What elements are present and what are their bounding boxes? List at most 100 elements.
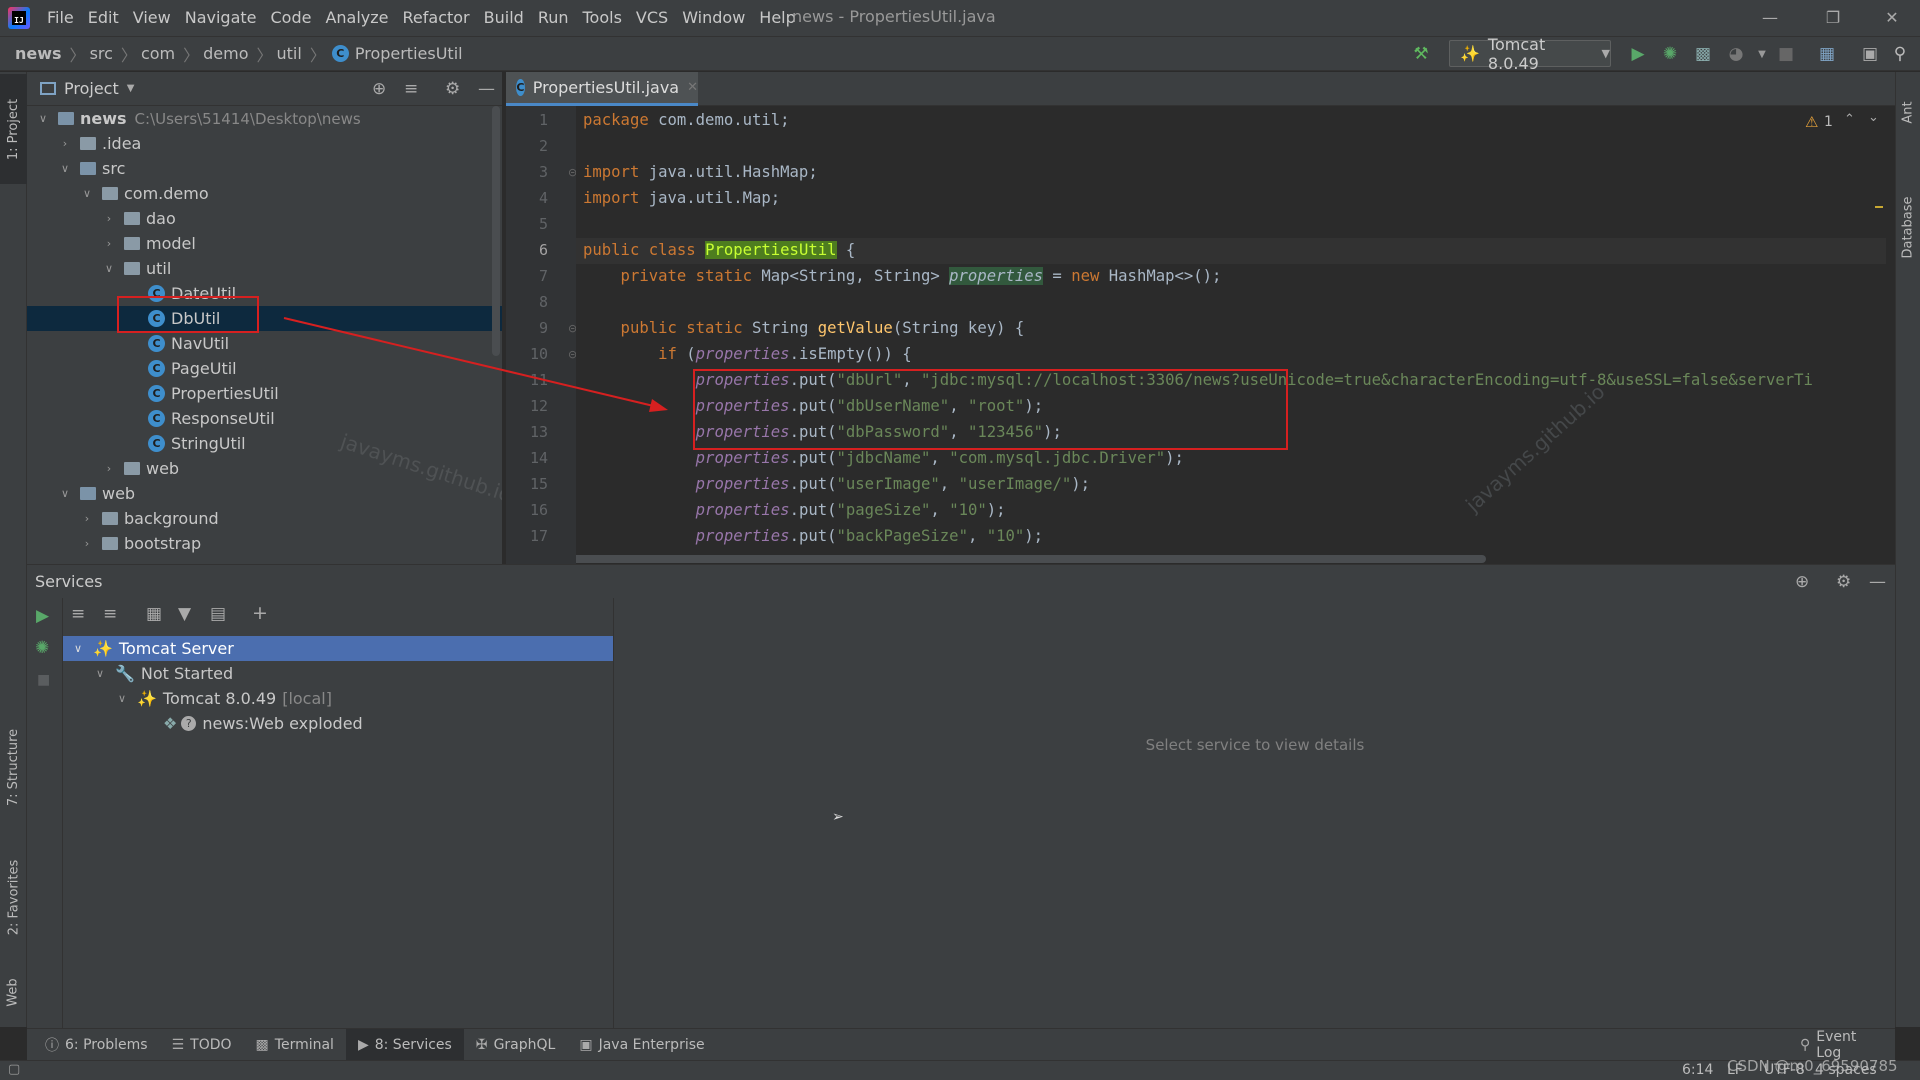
expand-all-icon[interactable]: ≡ [71, 604, 85, 624]
warning-icon[interactable]: ⚠ [1805, 113, 1818, 131]
tree-scrollbar[interactable] [492, 106, 500, 356]
tree-node-pageutil[interactable]: C PageUtil [27, 356, 502, 381]
stop-icon[interactable]: ■ [1776, 44, 1796, 64]
layout-icon[interactable]: ▣ [1860, 44, 1880, 64]
new-tab-icon[interactable]: ▤ [210, 604, 226, 624]
tree-node-dbutil[interactable]: C DbUtil [27, 306, 502, 331]
tree-node-propertiesutil[interactable]: C PropertiesUtil [27, 381, 502, 406]
menu-file[interactable]: File [40, 0, 81, 36]
breadcrumb-propertiesutil[interactable]: PropertiesUtil [349, 44, 463, 63]
minimize-icon[interactable]: — [1740, 0, 1800, 34]
caret-position[interactable]: 6:14 [1682, 1062, 1713, 1078]
menu-tools[interactable]: Tools [576, 0, 629, 36]
tool-tab-ant[interactable]: Ant [1896, 82, 1920, 142]
tree-node-dao[interactable]: › dao [27, 206, 502, 231]
tree-node-dateutil[interactable]: C DateUtil [27, 281, 502, 306]
tree-node-tomcat-server[interactable]: ∨ ✨ Tomcat Server [63, 636, 613, 661]
tab-propertiesutil[interactable]: C PropertiesUtil.java ✕ [506, 72, 698, 106]
search-icon[interactable]: ⚲ [1890, 44, 1910, 64]
profile-icon[interactable]: ◕ [1726, 44, 1746, 64]
tab-java-enterprise[interactable]: ▣ Java Enterprise [567, 1029, 716, 1061]
project-view-dropdown-icon[interactable]: ▼ [127, 83, 135, 94]
tab-terminal[interactable]: ▩ Terminal [244, 1029, 346, 1061]
menu-edit[interactable]: Edit [81, 0, 126, 36]
menu-vcs[interactable]: VCS [629, 0, 675, 36]
menu-run[interactable]: Run [531, 0, 576, 36]
tree-node-idea[interactable]: › .idea [27, 131, 502, 156]
window-title: news - PropertiesUtil.java [792, 7, 996, 26]
tree-node-news[interactable]: ∨ news C:\Users\51414\Desktop\news [27, 106, 502, 131]
tree-node-navutil[interactable]: C NavUtil [27, 331, 502, 356]
tab-todo[interactable]: ☰ TODO [160, 1029, 244, 1061]
restore-icon[interactable]: ❐ [1803, 0, 1863, 34]
tool-tab-structure[interactable]: 7: Structure [0, 712, 27, 822]
group-by-icon[interactable]: ▦ [146, 604, 162, 624]
code-editor[interactable]: package com.demo.util; import java.util.… [576, 106, 1886, 564]
horizontal-scrollbar[interactable] [576, 555, 1486, 563]
tree-node-bootstrap[interactable]: › bootstrap [27, 531, 502, 556]
tool-tab-web[interactable]: Web [0, 962, 27, 1022]
hide-panel-icon[interactable]: — [1869, 572, 1886, 592]
tab-graphql[interactable]: ✠ GraphQL [464, 1029, 568, 1061]
tab-services[interactable]: ▶ 8: Services [345, 1028, 464, 1061]
line-number: 1 [538, 111, 548, 129]
menu-build[interactable]: Build [477, 0, 531, 36]
breadcrumb-demo[interactable]: demo [199, 44, 248, 63]
tree-node-tomcat-instance[interactable]: ∨ ✨ Tomcat 8.0.49 [local] [63, 686, 613, 711]
menu-refactor[interactable]: Refactor [396, 0, 477, 36]
tool-tab-favorites[interactable]: 2: Favorites [0, 842, 27, 952]
tree-node-background[interactable]: › background [27, 506, 502, 531]
gear-icon[interactable]: ⚙ [445, 79, 460, 99]
collapse-all-icon[interactable]: ≡ [404, 79, 418, 99]
profile-dropdown-icon[interactable]: ▼ [1752, 44, 1772, 64]
close-tab-icon[interactable]: ✕ [687, 80, 698, 95]
tab-problems[interactable]: ⓘ 6: Problems [33, 1029, 160, 1061]
filter-icon[interactable]: ▼ [178, 604, 191, 624]
toggle-tool-windows-icon[interactable]: ▢ [8, 1062, 20, 1077]
run-icon[interactable]: ▶ [36, 606, 49, 626]
prev-highlight-icon[interactable]: ⌃ [1844, 112, 1855, 127]
menu-code[interactable]: Code [264, 0, 319, 36]
tree-node-src[interactable]: ∨ src [27, 156, 502, 181]
menu-analyze[interactable]: Analyze [318, 0, 395, 36]
breadcrumb-news[interactable]: news [0, 44, 62, 63]
tree-node-web[interactable]: ∨ web [27, 481, 502, 506]
next-highlight-icon[interactable]: ⌄ [1868, 110, 1879, 125]
project-structure-icon[interactable]: ▦ [1817, 44, 1837, 64]
run-config-select[interactable]: ✨ Tomcat 8.0.49 ▼ [1449, 35, 1611, 73]
stop-icon[interactable]: ■ [37, 672, 50, 688]
tree-node-model[interactable]: › model [27, 231, 502, 256]
tool-tab-project[interactable]: 1: Project [0, 74, 27, 184]
add-service-icon[interactable]: + [252, 602, 268, 624]
run-icon[interactable]: ▶ [1628, 44, 1648, 64]
menu-view[interactable]: View [126, 0, 178, 36]
tree-node-responseutil[interactable]: C ResponseUtil [27, 406, 502, 431]
tree-node-artifact[interactable]: ❖ ? news:Web exploded [63, 711, 613, 736]
locate-icon[interactable]: ⊕ [372, 79, 386, 99]
tree-node-stringutil[interactable]: C StringUtil [27, 431, 502, 456]
breadcrumb-util[interactable]: util [273, 44, 302, 63]
collapse-all-icon[interactable]: ≡ [103, 604, 117, 624]
menu-window[interactable]: Window [675, 0, 752, 36]
error-stripe-marker[interactable] [1875, 206, 1883, 208]
close-icon[interactable]: ✕ [1862, 0, 1920, 34]
project-panel-title[interactable]: Project [64, 79, 119, 98]
tree-node-not-started[interactable]: ∨ 🔧 Not Started [63, 661, 613, 686]
gear-icon[interactable]: ⚙ [1836, 572, 1851, 592]
hide-panel-icon[interactable]: — [478, 79, 495, 99]
tab-event-log[interactable]: ⚲ Event Log [1788, 1029, 1895, 1061]
tree-node-qualifier: [local] [282, 689, 332, 708]
breadcrumb-com[interactable]: com [137, 44, 175, 63]
debug-icon[interactable]: ✺ [1660, 44, 1680, 64]
menu-navigate[interactable]: Navigate [178, 0, 264, 36]
tree-node-util[interactable]: ∨ util [27, 256, 502, 281]
tool-tab-database[interactable]: Database [1896, 172, 1920, 282]
coverage-icon[interactable]: ▩ [1693, 44, 1713, 64]
debug-icon[interactable]: ✺ [35, 638, 49, 658]
services-tree: ∨ ✨ Tomcat Server ∨ 🔧 Not Started ∨ ✨ To… [63, 632, 613, 1028]
build-hammer-icon[interactable]: ⚒ [1411, 44, 1431, 64]
globe-icon[interactable]: ⊕ [1795, 572, 1809, 592]
breadcrumb-src[interactable]: src [86, 44, 113, 63]
tree-node-com-demo[interactable]: ∨ com.demo [27, 181, 502, 206]
